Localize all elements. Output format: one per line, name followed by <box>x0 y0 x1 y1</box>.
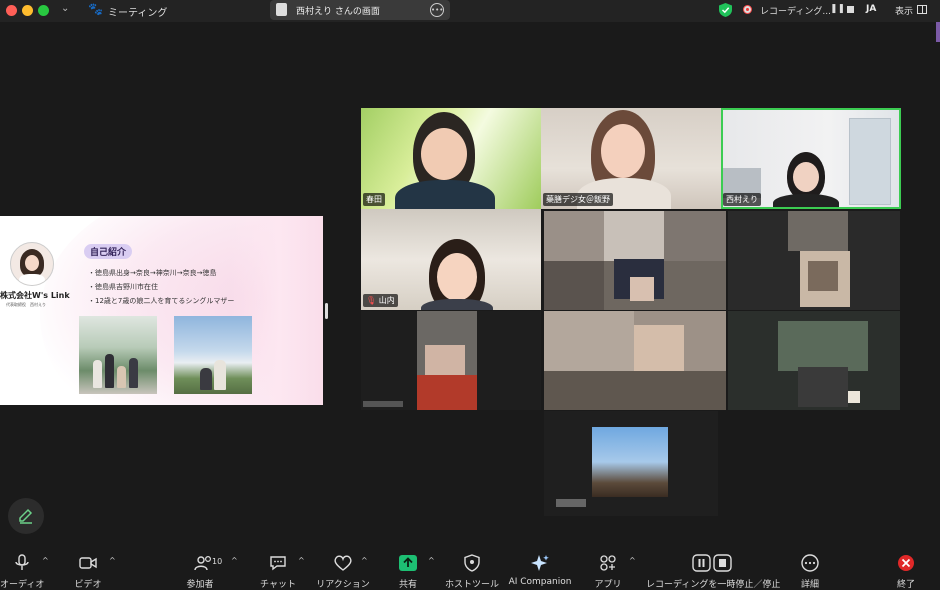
participant-name: 西村えり <box>723 193 761 206</box>
ai-companion-label: AI Companion <box>508 577 572 587</box>
share-screen-button[interactable]: 共有 <box>388 548 428 590</box>
family-photo-greenhouse <box>79 316 157 394</box>
host-shield-icon <box>464 554 480 572</box>
apps-grid-icon <box>600 555 616 571</box>
company-name: 株式会社W's Link <box>0 291 70 300</box>
share-label: 共有 <box>398 580 417 590</box>
apps-button[interactable]: アプリ <box>590 548 626 590</box>
audio-label: オーディオ <box>0 580 45 590</box>
audio-button[interactable]: オーディオ <box>0 548 44 590</box>
video-tile-blurred[interactable] <box>544 311 726 410</box>
screen-share-label: 西村えり さんの画面 <box>296 7 380 17</box>
participants-label: 参加者 <box>186 580 214 590</box>
apps-options-caret[interactable]: ^ <box>629 556 636 565</box>
recording-indicator-icon <box>743 5 752 14</box>
recording-controls-label: レコーディングを一時停止／停止 <box>646 580 781 590</box>
chat-options-caret[interactable]: ^ <box>298 556 305 565</box>
host-tools-label: ホストツール <box>444 580 499 590</box>
shield-check-icon[interactable] <box>719 3 732 17</box>
chat-bubble-icon <box>270 556 286 571</box>
participants-options-caret[interactable]: ^ <box>231 556 238 565</box>
pause-stop-icon <box>692 554 732 572</box>
document-icon <box>276 3 287 16</box>
video-tile[interactable]: 春田 <box>361 108 541 209</box>
host-tools-button[interactable]: ホストツール <box>444 548 500 590</box>
reactions-label: リアクション <box>316 580 370 590</box>
participant-name: 藥膳デジ女＠飯野 <box>543 193 613 206</box>
slide-heading: 自己紹介 <box>84 244 133 259</box>
paw-icon: 🐾 <box>88 2 103 16</box>
slide-bullet: ・12歳と7歳の娘二人を育てるシングルマザー <box>88 297 235 305</box>
pencil-icon <box>19 508 33 524</box>
view-layout-icon[interactable] <box>917 5 927 14</box>
split-resize-handle[interactable] <box>325 303 328 319</box>
shared-slide: 株式会社W's Link 代表取締役 西村えり 自己紹介 ・徳島県出身→奈良→神… <box>0 216 323 405</box>
window-titlebar: ⌄ 🐾 ミーティング 西村えり さんの画面 ••• レコーディング... ❚❚ … <box>0 0 940 22</box>
muted-mic-icon: 🎙 <box>366 296 377 305</box>
video-camera-icon <box>79 557 97 569</box>
stop-recording-icon[interactable] <box>847 6 854 13</box>
participant-name: 春田 <box>363 193 385 206</box>
close-window-button[interactable] <box>6 5 17 16</box>
presenter-avatar <box>10 242 54 286</box>
meeting-toolbar: オーディオ ^ ビデオ ^ 参加者 10 ^ チャット ^ リアクション ^ 共… <box>0 548 940 590</box>
view-menu-button[interactable]: 表示 <box>895 4 913 17</box>
end-x-icon <box>898 555 914 571</box>
recording-label: レコーディング... <box>760 7 831 17</box>
chevron-down-icon[interactable]: ⌄ <box>61 3 69 14</box>
video-tile-blurred[interactable] <box>544 411 718 516</box>
more-options-icon[interactable]: ••• <box>430 3 444 17</box>
pause-recording-icon[interactable]: ❚❚ <box>830 4 845 14</box>
participants-button[interactable]: 参加者 <box>180 548 220 590</box>
zoom-window-button[interactable] <box>38 5 49 16</box>
family-photo-outdoor <box>174 316 252 394</box>
more-dots-icon <box>801 554 819 572</box>
end-label: 終了 <box>896 580 915 590</box>
recording-controls-button[interactable]: レコーディングを一時停止／停止 <box>646 548 781 590</box>
language-button[interactable]: JA <box>866 4 876 14</box>
participants-icon <box>194 555 212 571</box>
video-tile-blurred[interactable] <box>728 311 900 410</box>
video-tile[interactable]: 藥膳デジ女＠飯野 <box>541 108 721 209</box>
video-tile-blurred[interactable] <box>728 211 900 310</box>
screen-share-tab[interactable]: 西村えり さんの画面 ••• <box>270 0 450 20</box>
participant-name: 🎙 山内 <box>363 294 398 307</box>
representative-title: 代表取締役 西村えり <box>6 302 46 307</box>
reactions-options-caret[interactable]: ^ <box>361 556 368 565</box>
ai-companion-button[interactable]: AI Companion <box>508 548 572 590</box>
slide-bullet: ・徳島県吉野川市在住 <box>88 283 158 291</box>
microphone-icon <box>15 554 29 570</box>
more-button[interactable]: 詳細 <box>792 548 828 590</box>
audio-options-caret[interactable]: ^ <box>42 556 49 565</box>
video-button[interactable]: ビデオ <box>68 548 108 590</box>
share-arrow-icon <box>399 555 417 571</box>
reactions-button[interactable]: リアクション <box>314 548 372 590</box>
video-options-caret[interactable]: ^ <box>109 556 116 565</box>
sparkle-icon <box>531 555 549 571</box>
video-label: ビデオ <box>74 580 102 590</box>
heart-icon <box>334 555 352 571</box>
video-tile[interactable]: 🎙 山内 <box>361 209 541 310</box>
apps-label: アプリ <box>594 580 622 590</box>
video-tile-blurred[interactable] <box>544 211 726 310</box>
participant-count: 10 <box>212 557 223 566</box>
annotate-button[interactable] <box>8 498 44 534</box>
chat-button[interactable]: チャット <box>256 548 300 590</box>
chat-label: チャット <box>260 580 296 590</box>
slide-bullet: ・徳島県出身→奈良→神奈川→奈良→徳島 <box>88 269 217 277</box>
app-title: ミーティング <box>108 8 168 19</box>
video-tile-active-speaker[interactable]: 西村えり <box>721 108 901 209</box>
participant-name-label: 山内 <box>378 296 395 305</box>
more-label: 詳細 <box>800 580 819 590</box>
minimize-window-button[interactable] <box>22 5 33 16</box>
share-options-caret[interactable]: ^ <box>428 556 435 565</box>
video-tile-blurred[interactable] <box>361 311 541 410</box>
end-meeting-button[interactable]: 終了 <box>888 548 924 590</box>
window-edge-strip <box>936 22 940 42</box>
